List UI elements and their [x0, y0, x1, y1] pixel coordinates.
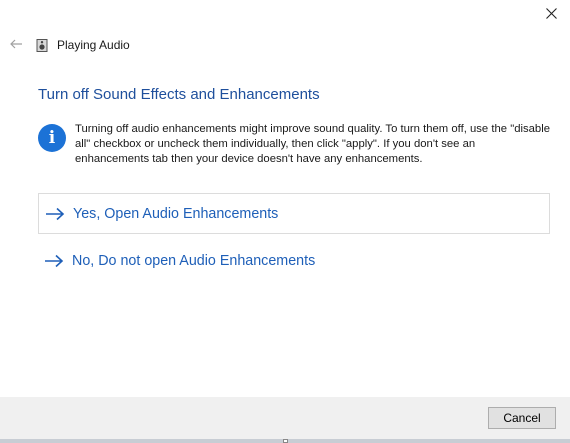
back-button[interactable]: [8, 37, 24, 53]
page-title: Turn off Sound Effects and Enhancements: [38, 86, 320, 103]
arrow-right-icon: [45, 207, 65, 221]
close-button[interactable]: [536, 4, 566, 26]
info-icon: i: [38, 124, 66, 152]
speaker-icon: [36, 38, 50, 52]
cancel-button[interactable]: Cancel: [488, 407, 556, 429]
close-icon: [545, 6, 557, 24]
option-label: No, Do not open Audio Enhancements: [72, 252, 316, 269]
window-title: Playing Audio: [57, 38, 130, 52]
yes-open-enhancements-option[interactable]: Yes, Open Audio Enhancements: [38, 193, 550, 234]
back-arrow-icon: [9, 36, 23, 54]
option-label: Yes, Open Audio Enhancements: [73, 205, 279, 222]
arrow-right-icon: [44, 254, 64, 268]
info-text: Turning off audio enhancements might imp…: [75, 123, 550, 165]
bottom-edge: [0, 439, 570, 443]
dialog-footer: Cancel: [0, 397, 570, 439]
info-message: i Turning off audio enhancements might i…: [38, 122, 550, 167]
resize-handle[interactable]: [283, 439, 288, 443]
no-do-not-open-option[interactable]: No, Do not open Audio Enhancements: [38, 240, 550, 281]
title-bar: Playing Audio: [8, 36, 130, 54]
